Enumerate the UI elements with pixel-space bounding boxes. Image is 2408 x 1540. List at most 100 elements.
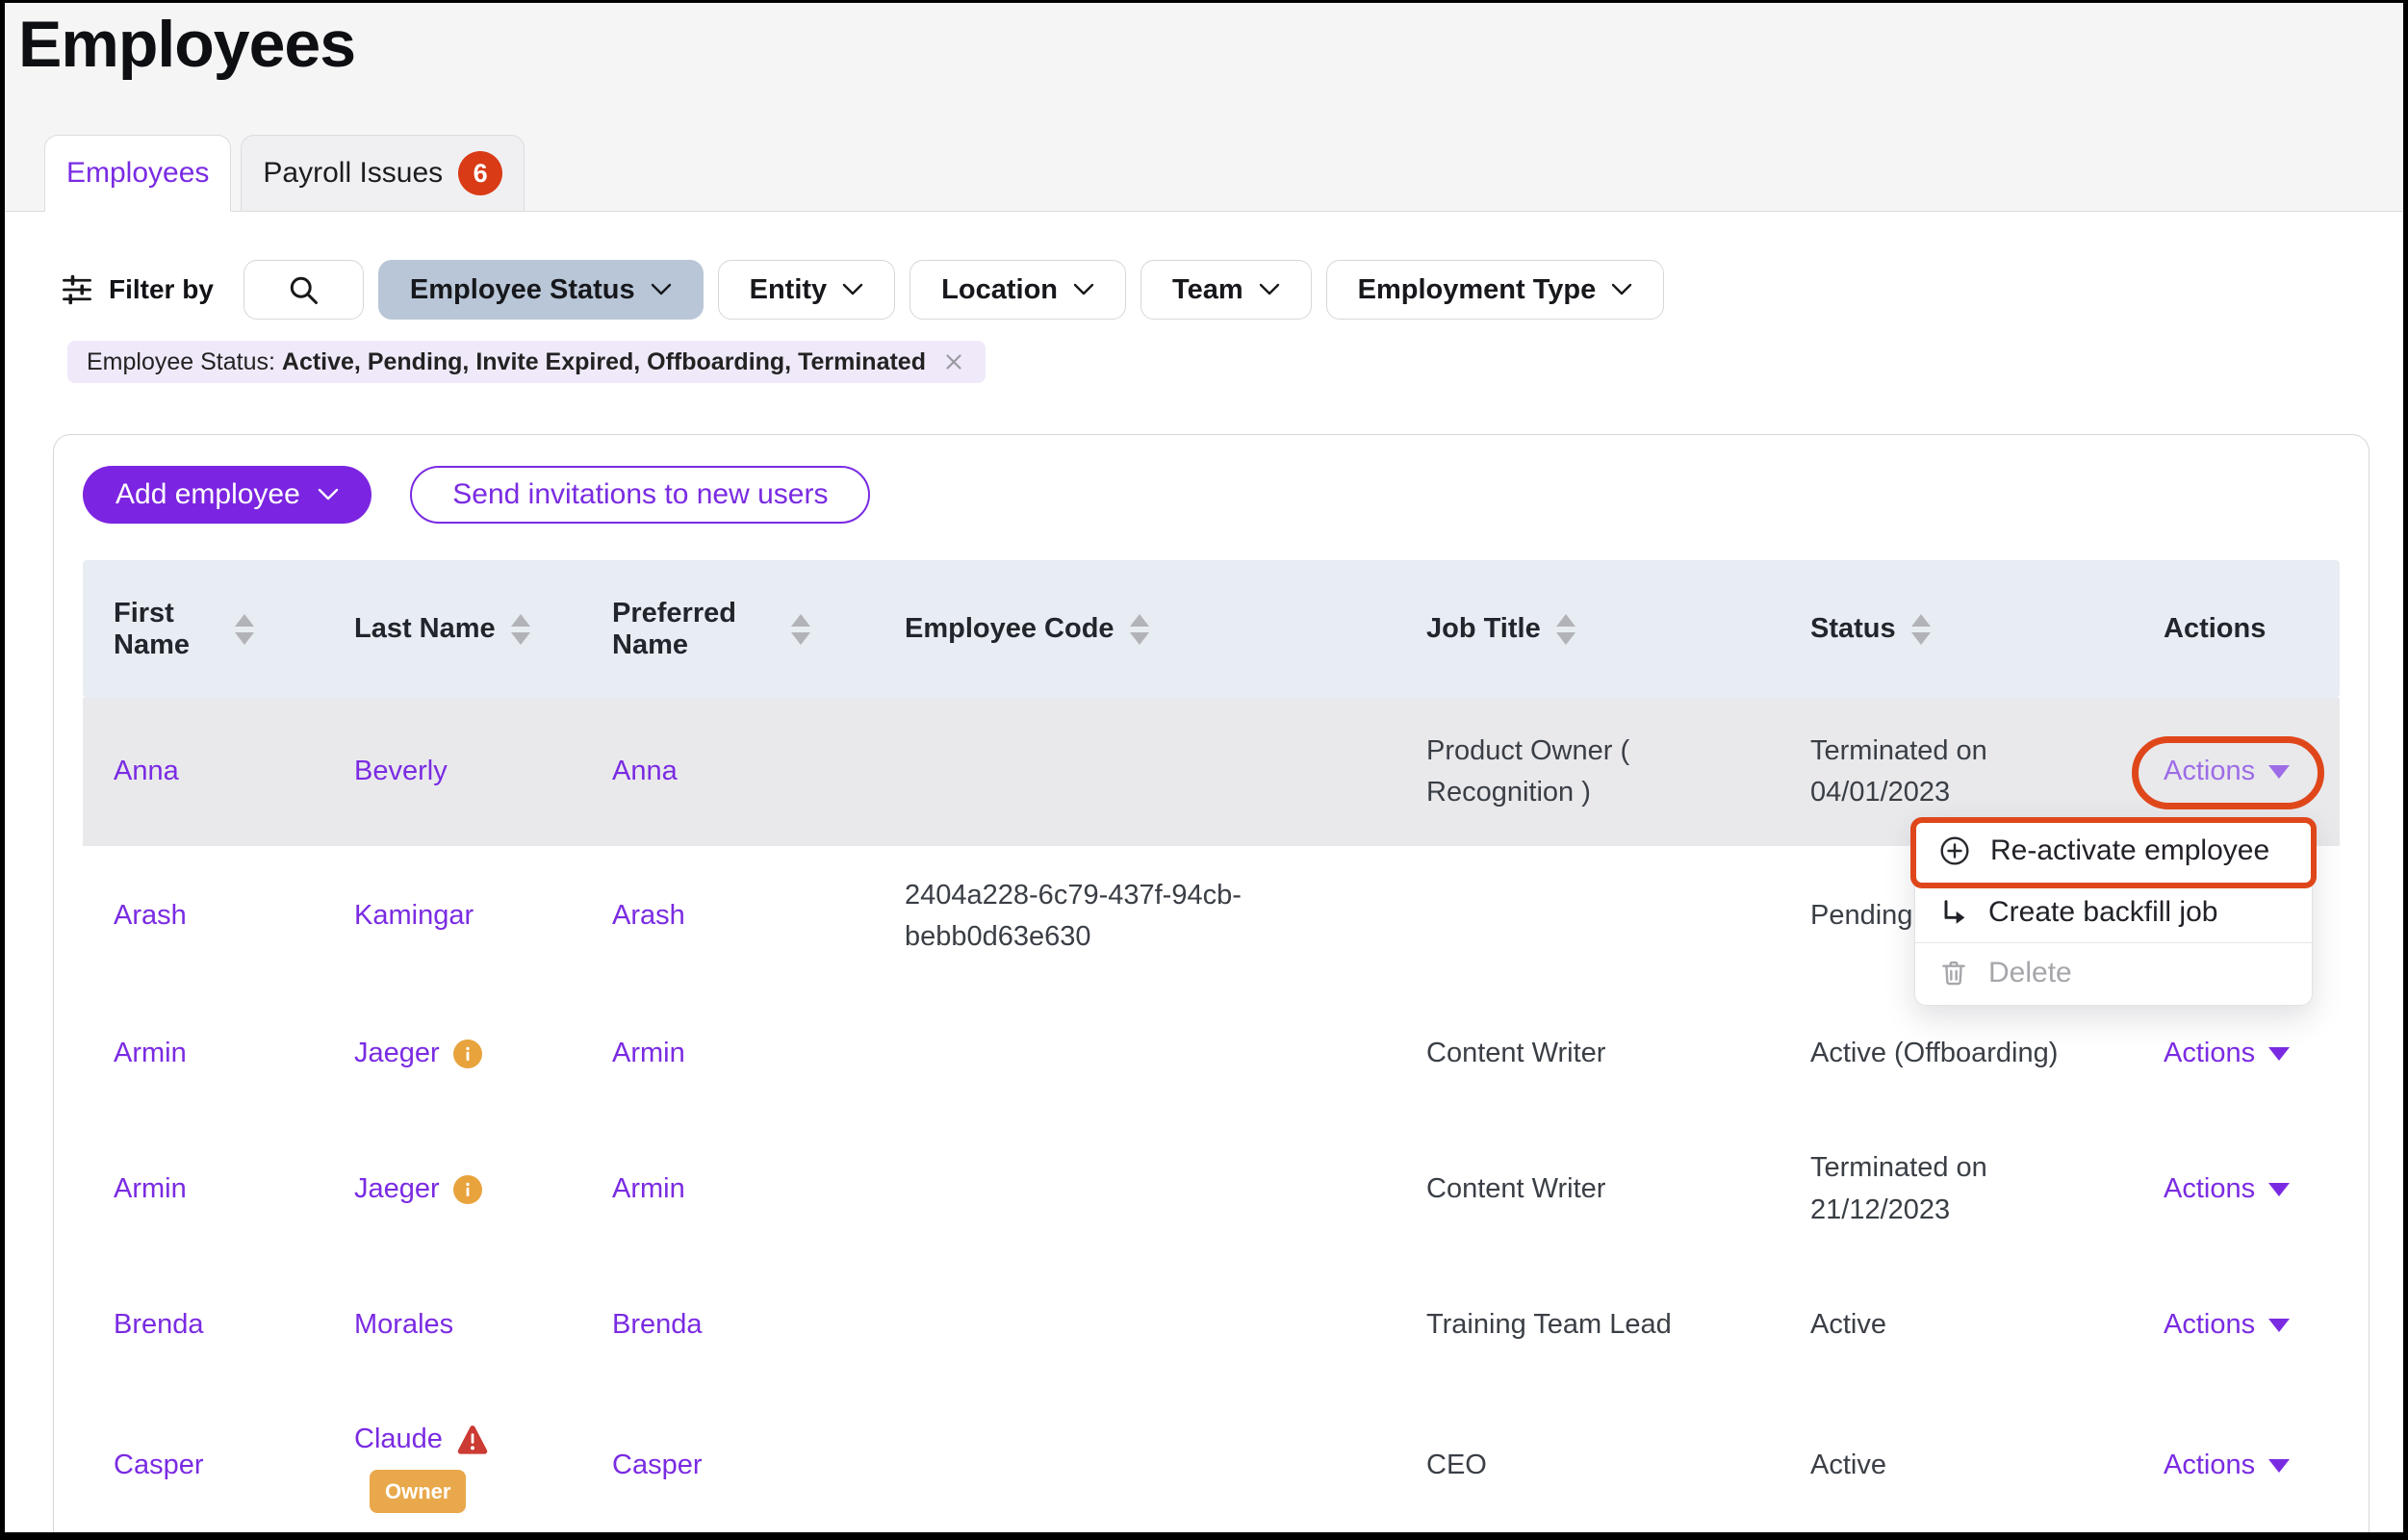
chevron-down-icon [842,283,863,296]
column-header-last-name[interactable]: Last Name [354,613,612,645]
sort-icon [1556,614,1575,645]
warning-icon[interactable] [456,1424,489,1454]
column-header-employee-code[interactable]: Employee Code [905,613,1426,645]
first-name-link[interactable]: Brenda [114,1304,354,1347]
tab-employees[interactable]: Employees [44,135,231,212]
actions-caret-icon [2268,1319,2290,1332]
menu-item-create-backfill-job[interactable]: Create backfill job [1915,883,2312,942]
preferred-name-link[interactable]: Casper [612,1445,905,1487]
filter-chip-text: Employee Status: Active, Pending, Invite… [87,348,926,376]
last-name-link[interactable]: Jaeger [354,1168,440,1211]
employees-page: Employees Employees Payroll Issues 6 Fil… [0,0,2408,1540]
status-cell: Active [1810,1445,2164,1487]
column-header-preferred-name[interactable]: Preferred Name [612,598,905,661]
owner-badge: Owner [370,1470,466,1513]
preferred-name-link[interactable]: Anna [612,751,905,793]
chip-close-icon[interactable] [941,349,966,374]
preferred-name-link[interactable]: Armin [612,1168,905,1211]
page-title: Employees [5,3,2403,82]
actions-button[interactable]: Actions [2164,1445,2290,1487]
search-icon [286,272,320,307]
first-name-link[interactable]: Anna [114,751,354,793]
filter-dropdown-employment-type[interactable]: Employment Type [1326,260,1665,320]
last-name-link[interactable]: Morales [354,1304,612,1347]
last-name-link[interactable]: Beverly [354,751,612,793]
job-title-cell: Content Writer [1426,1168,1810,1211]
send-invitations-button[interactable]: Send invitations to new users [410,466,870,524]
chevron-down-icon [651,283,672,296]
tab-payroll-issues[interactable]: Payroll Issues 6 [241,135,525,212]
page-header: Employees Employees Payroll Issues 6 [5,3,2403,212]
tab-bar: Employees Payroll Issues 6 [44,135,525,212]
info-icon[interactable] [453,1040,482,1068]
last-name-link[interactable]: Kamingar [354,895,612,937]
tab-payroll-issues-label: Payroll Issues [263,157,443,190]
backfill-arrow-icon [1938,897,1969,928]
actions-caret-icon [2268,1047,2290,1061]
sort-icon [1130,614,1149,645]
employee-code-cell: 2404a228-6c79-437f-94cb-bebb0d63e630 [905,875,1426,959]
column-header-first-name[interactable]: First Name [114,598,354,661]
plus-circle-icon [1938,834,1971,867]
actions-button[interactable]: Actions [2164,751,2290,793]
filter-sliders-icon [60,272,94,307]
table-row: Armin Jaeger Armin Content Writer Termin… [83,1121,2340,1257]
sort-icon [1911,614,1931,645]
actions-caret-icon [2268,1459,2290,1473]
info-icon[interactable] [453,1175,482,1204]
job-title-cell: CEO [1426,1445,1810,1487]
column-header-status[interactable]: Status [1810,613,2164,645]
actions-caret-icon [2268,1183,2290,1196]
actions-button[interactable]: Actions [2164,1033,2290,1075]
actions-button[interactable]: Actions [2164,1168,2290,1211]
menu-item-reactivate-employee[interactable]: Re-activate employee [1915,819,2312,883]
preferred-name-link[interactable]: Brenda [612,1304,905,1347]
status-cell: Terminated on 04/01/2023 [1810,731,2164,814]
filter-dropdown-employee-status[interactable]: Employee Status [378,260,704,320]
table-row: Casper Claude Owner [83,1393,2340,1539]
preferred-name-link[interactable]: Arash [612,895,905,937]
chevron-down-icon [1073,283,1094,296]
filter-by-label: Filter by [60,272,214,307]
actions-menu: Re-activate employee Create backfill job… [1914,816,2313,1006]
job-title-cell: Training Team Lead [1426,1304,1810,1347]
table-row: Brenda Morales Brenda Training Team Lead… [83,1257,2340,1393]
table-row: Armin Jaeger Armin Content Writer Active… [83,987,2340,1121]
active-filters-row: Employee Status: Active, Pending, Invite… [67,341,2403,383]
sort-icon [791,614,810,645]
job-title-cell: Content Writer [1426,1033,1810,1075]
first-name-link[interactable]: Casper [114,1445,354,1487]
last-name-link[interactable]: Jaeger [354,1033,440,1075]
sort-icon [511,614,530,645]
chevron-down-icon [318,488,339,501]
last-name-link[interactable]: Claude [354,1419,443,1461]
first-name-link[interactable]: Arash [114,895,354,937]
column-header-actions: Actions [2164,613,2340,645]
table-header: First Name Last Name Preferred Name Empl… [83,560,2340,698]
search-button[interactable] [243,260,364,320]
menu-item-delete: Delete [1915,943,2312,1003]
trash-icon [1938,958,1969,988]
payroll-issues-count-badge: 6 [458,151,502,195]
preferred-name-link[interactable]: Armin [612,1033,905,1075]
filter-dropdown-location[interactable]: Location [909,260,1126,320]
chevron-down-icon [1259,283,1280,296]
filter-bar: Filter by Employee Status Entity Locatio… [60,260,2403,320]
first-name-link[interactable]: Armin [114,1168,354,1211]
actions-button[interactable]: Actions [2164,1304,2290,1347]
actions-caret-icon [2268,765,2290,779]
filter-chip-employee-status: Employee Status: Active, Pending, Invite… [67,341,986,383]
job-title-cell: Product Owner ( Recognition ) [1426,731,1810,814]
tab-employees-label: Employees [66,157,209,190]
status-cell: Active (Offboarding) [1810,1033,2164,1075]
filter-dropdown-entity[interactable]: Entity [718,260,896,320]
status-cell: Terminated on 21/12/2023 [1810,1147,2164,1231]
status-cell: Active [1810,1304,2164,1347]
first-name-link[interactable]: Armin [114,1033,354,1075]
filter-dropdown-team[interactable]: Team [1140,260,1312,320]
add-employee-button[interactable]: Add employee [83,466,371,524]
sort-icon [235,614,254,645]
chevron-down-icon [1611,283,1632,296]
column-header-job-title[interactable]: Job Title [1426,613,1810,645]
card-toolbar: Add employee Send invitations to new use… [83,466,2340,524]
